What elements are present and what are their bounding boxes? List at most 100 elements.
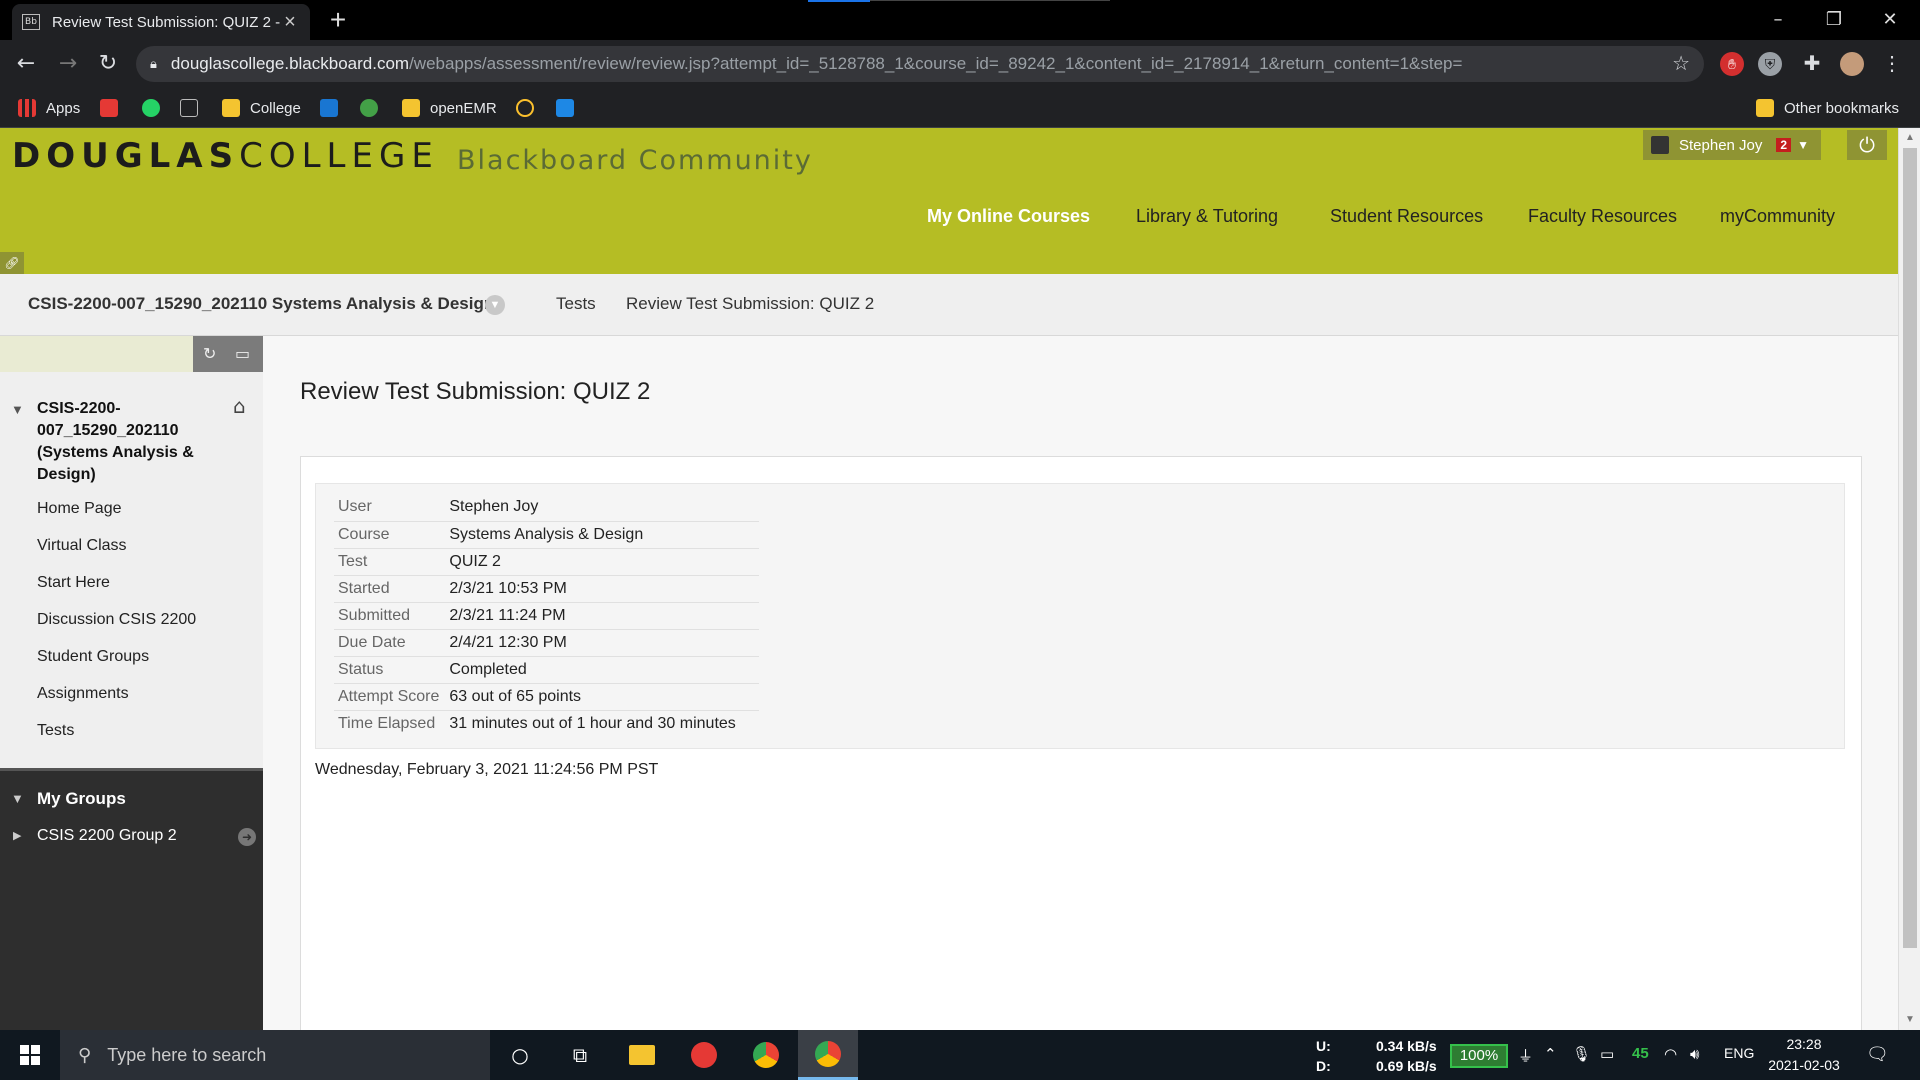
extensions-icon[interactable]: ✚ bbox=[1800, 52, 1824, 76]
breadcrumb: CSIS-2200-007_15290_202110 Systems Analy… bbox=[0, 274, 1898, 336]
close-window-button[interactable]: ✕ bbox=[1862, 0, 1918, 40]
windows-taskbar: ⚲ Type here to search ○ ⧉ U: D: 0.34 kB/s… bbox=[0, 1030, 1920, 1080]
nav-student-resources[interactable]: Student Resources bbox=[1330, 206, 1483, 227]
bookmark-blackboard[interactable] bbox=[180, 96, 208, 120]
restore-window-button[interactable]: ❐ bbox=[1806, 0, 1862, 40]
menu-item-assignments[interactable]: Assignments bbox=[37, 685, 129, 703]
detail-value: Stephen Joy bbox=[445, 494, 760, 522]
arrow-right-icon[interactable]: ➜ bbox=[238, 828, 256, 846]
taskbar-search-box[interactable]: ⚲ Type here to search bbox=[60, 1030, 490, 1080]
menu-item-tests[interactable]: Tests bbox=[37, 722, 74, 740]
nav-faculty-resources[interactable]: Faculty Resources bbox=[1528, 206, 1677, 227]
table-row: Attempt Score 63 out of 65 points bbox=[334, 683, 760, 711]
table-row: Submitted 2/3/21 11:24 PM bbox=[334, 602, 760, 630]
nav-library-tutoring[interactable]: Library & Tutoring bbox=[1136, 206, 1278, 227]
task-view-icon[interactable]: ⧉ bbox=[550, 1030, 610, 1080]
user-menu-button[interactable]: Stephen Joy 2 ▼ bbox=[1643, 130, 1821, 160]
bookmark-college-folder[interactable]: College bbox=[222, 96, 301, 120]
language-indicator[interactable]: ENG bbox=[1724, 1045, 1754, 1061]
folder-view-icon[interactable]: ▭ bbox=[235, 344, 250, 363]
menu-item-home-page[interactable]: Home Page bbox=[37, 500, 122, 518]
bookmark-globe[interactable] bbox=[360, 96, 388, 120]
clock-time: 23:28 bbox=[1786, 1036, 1822, 1052]
breadcrumb-course[interactable]: CSIS-2200-007_15290_202110 Systems Analy… bbox=[28, 294, 494, 314]
other-bookmarks-folder[interactable]: Other bookmarks bbox=[1756, 96, 1899, 120]
home-icon[interactable]: ⌂ bbox=[233, 394, 246, 418]
profile-avatar[interactable] bbox=[1840, 52, 1864, 76]
notification-center-icon[interactable]: 🗨︎ bbox=[1866, 1044, 1889, 1065]
system-clock[interactable]: 23:28 2021-02-03 bbox=[1764, 1034, 1844, 1076]
battery-icon[interactable]: ▭ bbox=[1600, 1045, 1614, 1063]
minimize-window-button[interactable]: – bbox=[1750, 0, 1806, 40]
scroll-down-icon[interactable]: ▼ bbox=[1899, 1014, 1920, 1030]
file-explorer-icon[interactable] bbox=[612, 1030, 672, 1080]
nav-mycommunity[interactable]: myCommunity bbox=[1720, 206, 1835, 227]
bookmark-openemr-folder[interactable]: openEMR bbox=[402, 96, 497, 120]
shield-extension-icon[interactable]: ⛨ bbox=[1758, 52, 1782, 76]
windows-start-button[interactable] bbox=[0, 1030, 60, 1080]
chevron-down-icon[interactable]: ▼ bbox=[485, 295, 505, 315]
outlook-icon bbox=[320, 99, 338, 117]
menu-item-start-here[interactable]: Start Here bbox=[37, 574, 110, 592]
table-row: Due Date 2/4/21 12:30 PM bbox=[334, 629, 760, 657]
expand-toggle-icon[interactable]: ▶ bbox=[13, 829, 21, 842]
collapse-toggle-icon[interactable]: ▼ bbox=[11, 402, 24, 417]
back-icon[interactable]: ← bbox=[10, 48, 42, 80]
nav-my-online-courses[interactable]: My Online Courses bbox=[927, 206, 1090, 227]
browser-tab[interactable]: Bb Review Test Submission: QUIZ 2 - × bbox=[12, 4, 310, 40]
detail-label: Attempt Score bbox=[334, 683, 446, 711]
group-item[interactable]: CSIS 2200 Group 2 bbox=[37, 827, 177, 845]
bookmark-trello[interactable] bbox=[556, 96, 584, 120]
quick-links-icon[interactable]: 🔗︎ bbox=[0, 252, 24, 274]
site-header: DOUGLASCOLLEGE Blackboard Community Step… bbox=[0, 128, 1898, 274]
windows-logo-icon bbox=[20, 1045, 40, 1065]
bookmark-label: Apps bbox=[46, 99, 81, 117]
menu-item-student-groups[interactable]: Student Groups bbox=[37, 648, 149, 666]
detail-label: Course bbox=[334, 521, 446, 549]
lock-icon[interactable]: 🔒︎ bbox=[150, 56, 157, 72]
new-tab-button[interactable]: + bbox=[322, 4, 354, 36]
bookmark-whatsapp[interactable] bbox=[142, 96, 170, 120]
tray-counter[interactable]: 45 bbox=[1632, 1045, 1649, 1062]
scrollbar-thumb[interactable] bbox=[1903, 148, 1917, 948]
bookmark-outlook[interactable] bbox=[320, 96, 348, 120]
forward-icon[interactable]: → bbox=[52, 48, 84, 80]
bookmark-apps[interactable]: Apps bbox=[18, 96, 80, 120]
collapse-toggle-icon[interactable]: ▼ bbox=[11, 791, 24, 806]
wifi-icon[interactable]: ◠ bbox=[1664, 1045, 1677, 1063]
my-groups-title[interactable]: My Groups bbox=[37, 789, 126, 809]
cortana-icon[interactable]: ○ bbox=[490, 1030, 550, 1080]
breadcrumb-tests[interactable]: Tests bbox=[556, 294, 596, 314]
scroll-up-icon[interactable]: ▲ bbox=[1899, 132, 1920, 148]
chrome-icon[interactable] bbox=[736, 1030, 796, 1080]
detail-value: 63 out of 65 points bbox=[445, 683, 760, 711]
close-tab-icon[interactable]: × bbox=[280, 11, 300, 34]
bookmark-tasks[interactable] bbox=[516, 96, 544, 120]
bookmark-star-icon[interactable]: ☆ bbox=[1672, 51, 1690, 76]
chevron-up-icon[interactable]: ⌃ bbox=[1544, 1045, 1557, 1063]
detail-label: Test bbox=[334, 548, 446, 576]
table-row: Course Systems Analysis & Design bbox=[334, 521, 760, 549]
douglas-college-logo[interactable]: DOUGLASCOLLEGE bbox=[12, 136, 439, 176]
menu-item-virtual-class[interactable]: Virtual Class bbox=[37, 537, 127, 555]
logout-power-icon[interactable]: ⏻ bbox=[1847, 130, 1887, 160]
battery-indicator[interactable]: 100% bbox=[1450, 1044, 1508, 1068]
refresh-icon[interactable]: ↻ bbox=[203, 344, 216, 363]
browser-menu-icon[interactable]: ⋮ bbox=[1880, 52, 1904, 76]
microphone-icon[interactable]: 🎙︎ bbox=[1572, 1045, 1591, 1063]
course-menu-title[interactable]: CSIS-2200-007_15290_202110 (Systems Anal… bbox=[37, 398, 217, 486]
youtube-music-icon[interactable] bbox=[674, 1030, 734, 1080]
bookmark-label: Other bookmarks bbox=[1784, 99, 1900, 117]
volume-icon[interactable]: 🔊︎ bbox=[1690, 1045, 1699, 1063]
menu-item-discussion[interactable]: Discussion CSIS 2200 bbox=[37, 611, 196, 629]
adblock-extension-icon[interactable]: ✋︎ bbox=[1720, 52, 1744, 76]
page-scrollbar[interactable]: ▲ ▼ bbox=[1898, 128, 1920, 1030]
apps-grid-icon bbox=[18, 99, 36, 117]
address-bar[interactable]: 🔒︎ douglascollege.blackboard.com/webapps… bbox=[136, 46, 1704, 82]
chrome-active-icon[interactable] bbox=[798, 1030, 858, 1080]
reload-icon[interactable]: ↻ bbox=[92, 48, 124, 80]
tab-title: Review Test Submission: QUIZ 2 - bbox=[52, 13, 280, 31]
bookmark-label: College bbox=[250, 99, 301, 117]
plug-icon[interactable]: ⏚ bbox=[1518, 1045, 1533, 1066]
bookmark-youtube[interactable] bbox=[100, 96, 128, 120]
